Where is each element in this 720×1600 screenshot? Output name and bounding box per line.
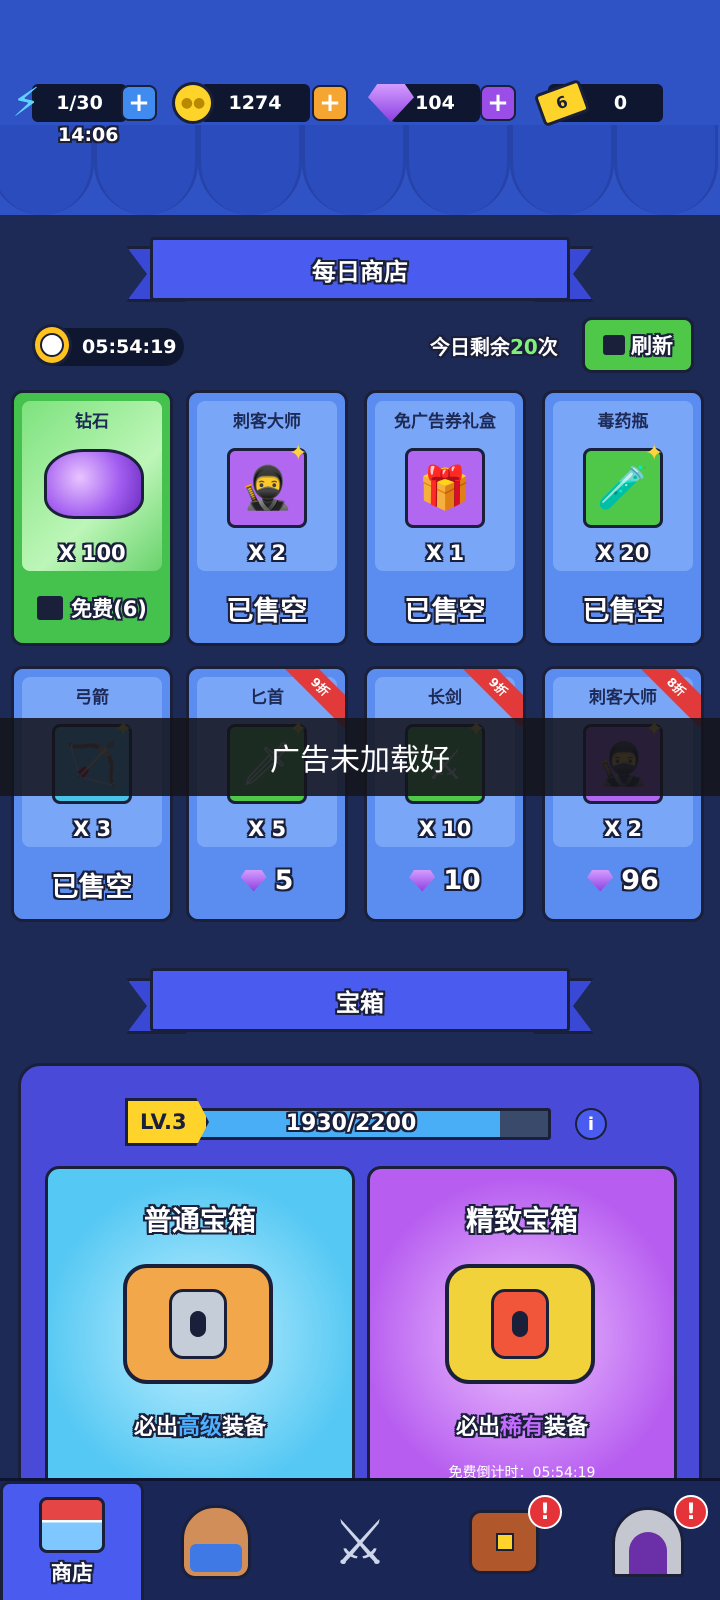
shop-timer-text: 05:54:19 [82, 336, 177, 358]
nav-shop-label: 商店 [51, 1561, 93, 1585]
item-bottom: 免费(6) [71, 597, 147, 621]
subtitle-prefix: 必出 [133, 1415, 178, 1440]
shop-icon [39, 1497, 105, 1553]
remaining-prefix: 今日剩余 [430, 335, 510, 359]
refresh-label: 刷新 [631, 334, 673, 358]
video-icon [37, 596, 64, 620]
price-button[interactable]: 96 [545, 865, 701, 896]
chest-icon [445, 1264, 595, 1384]
item-price: 10 [443, 865, 481, 896]
add-gems-button[interactable]: + [480, 85, 516, 121]
subtitle-highlight: 高级 [177, 1415, 222, 1440]
bottom-nav: 商店 ⚔ ! ! [0, 1478, 720, 1600]
nav-inventory[interactable]: ! [432, 1481, 576, 1600]
item-price: 96 [621, 865, 659, 896]
crossed-swords-icon: ⚔ [332, 1505, 388, 1579]
chest-icon [469, 1510, 539, 1574]
shop-item-ad-free-giftbox[interactable]: 免广告券礼盒 🎁 X 1 已售空 [364, 390, 526, 646]
item-qty: X 5 [247, 817, 287, 841]
item-qty: X 10 [418, 817, 472, 841]
normal-chest-subtitle: 必出高级装备 [48, 1409, 352, 1441]
video-icon [603, 335, 625, 355]
item-qty: X 3 [72, 817, 112, 841]
dungeon-gate-icon [612, 1507, 684, 1577]
item-price: 5 [274, 865, 294, 896]
coins-value: 1274 [200, 84, 310, 122]
item-qty: X 2 [247, 541, 287, 565]
gem-icon [409, 869, 436, 892]
gem-icon [240, 869, 267, 892]
nav-battle[interactable]: ⚔ [288, 1481, 432, 1600]
subtitle-prefix: 必出 [455, 1415, 500, 1440]
price-button[interactable]: 5 [189, 865, 345, 896]
refresh-button[interactable]: 刷新 [582, 317, 694, 373]
subtitle-suffix: 装备 [544, 1415, 589, 1440]
lightning-icon: ⚡ [12, 80, 41, 126]
shop-item-assassin-master[interactable]: 刺客大师 🥷 ✦ X 2 已售空 [186, 390, 348, 646]
chest-icon [123, 1264, 273, 1384]
subtitle-highlight: 稀有 [499, 1415, 544, 1440]
shop-item-poison-bottle[interactable]: 毒药瓶 🧪 ✦ X 20 已售空 [542, 390, 704, 646]
item-name: 毒药瓶 [597, 412, 649, 432]
fine-chest-card[interactable]: 精致宝箱 必出稀有装备 免费倒计时：05:54:19 [367, 1166, 677, 1506]
fine-chest-title: 精致宝箱 [465, 1204, 578, 1237]
free-claim: 免费(6) [14, 593, 170, 623]
remaining-refresh-text: 今日剩余20次 [430, 331, 558, 360]
item-name: 刺客大师 [589, 688, 657, 708]
energy-timer: 14:06 [58, 124, 119, 146]
item-name: 钻石 [75, 412, 109, 432]
backpack-icon [181, 1505, 251, 1579]
subtitle-suffix: 装备 [222, 1415, 267, 1440]
gem-icon [587, 869, 614, 892]
coin-icon: ●● [172, 82, 214, 124]
item-qty: X 100 [58, 541, 126, 565]
daily-shop-title: 每日商店 [150, 237, 570, 301]
alert-badge-icon: ! [528, 1495, 562, 1529]
level-progress-text: 1930/2200 [285, 1111, 417, 1136]
info-icon[interactable]: i [575, 1108, 607, 1140]
nav-dungeon[interactable]: ! [576, 1481, 720, 1600]
add-energy-button[interactable]: + [121, 85, 157, 121]
gift-box-icon: 🎁 [405, 448, 485, 528]
item-qty: X 2 [603, 817, 643, 841]
item-name: 免广告券礼盒 [394, 412, 496, 432]
level-badge: LV.3 [125, 1098, 209, 1146]
item-bottom: 已售空 [51, 872, 133, 903]
item-qty: X 20 [596, 541, 650, 565]
price-button[interactable]: 10 [367, 865, 523, 896]
toast-message: 广告未加载好 [0, 718, 720, 796]
item-bottom: 已售空 [226, 596, 308, 627]
stopwatch-icon [32, 324, 72, 366]
item-bottom: 已售空 [582, 596, 664, 627]
item-name: 匕首 [250, 688, 284, 708]
chest-title: 宝箱 [150, 968, 570, 1032]
energy-value: 1/30 [32, 84, 127, 122]
item-name: 刺客大师 [233, 412, 301, 432]
alert-badge-icon: ! [674, 1495, 708, 1529]
item-name: 长剑 [428, 688, 462, 708]
star-icon: ✦ [289, 441, 308, 466]
nav-backpack[interactable] [144, 1481, 288, 1600]
normal-chest-title: 普通宝箱 [143, 1204, 256, 1237]
remaining-count: 20 [510, 335, 538, 359]
fine-chest-subtitle: 必出稀有装备 [370, 1409, 674, 1441]
nav-shop[interactable]: 商店 [0, 1481, 144, 1600]
item-name: 弓箭 [75, 688, 109, 708]
normal-chest-card[interactable]: 普通宝箱 必出高级装备 [45, 1166, 355, 1506]
remaining-suffix: 次 [537, 335, 558, 359]
item-bottom: 已售空 [404, 596, 486, 627]
diamond-pile-icon [44, 449, 144, 519]
shop-item-diamond[interactable]: 钻石 X 100 免费(6) [11, 390, 173, 646]
item-qty: X 1 [425, 541, 465, 565]
star-icon: ✦ [645, 441, 664, 466]
shop-timer: 05:54:19 [32, 324, 184, 366]
add-coins-button[interactable]: + [312, 85, 348, 121]
